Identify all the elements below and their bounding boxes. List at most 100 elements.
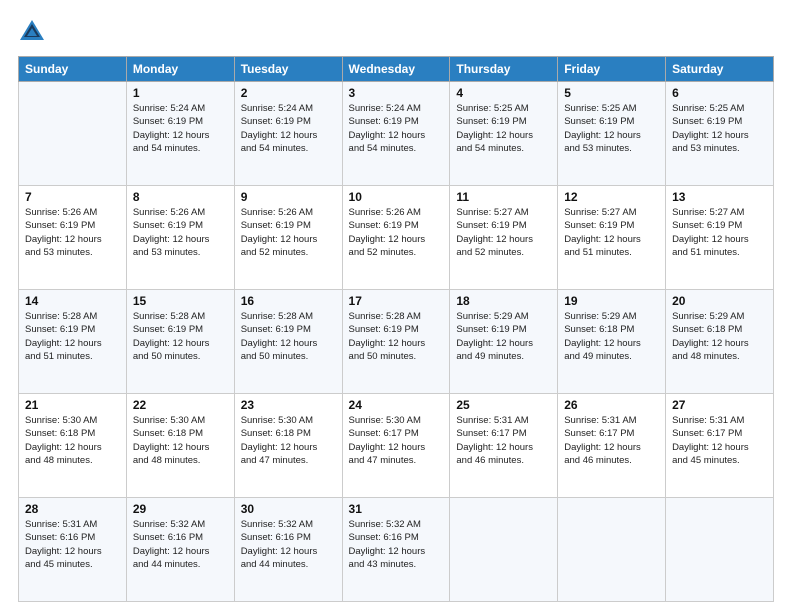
calendar-cell: 29Sunrise: 5:32 AM Sunset: 6:16 PM Dayli… <box>126 498 234 602</box>
calendar-cell: 25 Sunrise: 5:31 AM Sunset: 6:17 PM Dayli… <box>450 394 558 498</box>
cell-info: Sunrise: 5:30 AM Sunset: 6:18 PM Dayligh… <box>25 414 120 467</box>
calendar-cell <box>558 498 666 602</box>
col-header-sunday: Sunday <box>19 57 127 82</box>
day-number: 9 <box>241 190 336 204</box>
col-header-tuesday: Tuesday <box>234 57 342 82</box>
calendar-cell: 12 Sunrise: 5:27 AM Sunset: 6:19 PM Dayli… <box>558 186 666 290</box>
week-row-3: 14 Sunrise: 5:28 AM Sunset: 6:19 PM Dayli… <box>19 290 774 394</box>
cell-info: Sunrise: 5:31 AM Sunset: 6:16 PM Dayligh… <box>25 518 120 571</box>
calendar-cell <box>450 498 558 602</box>
day-number: 10 <box>349 190 444 204</box>
logo-icon <box>18 18 46 46</box>
day-number: 6 <box>672 86 767 100</box>
cell-info: Sunrise: 5:31 AM Sunset: 6:17 PM Dayligh… <box>456 414 551 467</box>
calendar-cell: 3Sunrise: 5:24 AM Sunset: 6:19 PM Daylig… <box>342 82 450 186</box>
cell-info: Sunrise: 5:29 AM Sunset: 6:18 PM Dayligh… <box>564 310 659 363</box>
day-number: 26 <box>564 398 659 412</box>
cell-info: Sunrise: 5:25 AM Sunset: 6:19 PM Dayligh… <box>564 102 659 155</box>
calendar-cell: 15 Sunrise: 5:28 AM Sunset: 6:19 PM Dayli… <box>126 290 234 394</box>
day-number: 13 <box>672 190 767 204</box>
cell-info: Sunrise: 5:26 AM Sunset: 6:19 PM Dayligh… <box>25 206 120 259</box>
day-number: 11 <box>456 190 551 204</box>
cell-info: Sunrise: 5:28 AM Sunset: 6:19 PM Dayligh… <box>241 310 336 363</box>
cell-info: Sunrise: 5:29 AM Sunset: 6:19 PM Dayligh… <box>456 310 551 363</box>
calendar-cell: 19 Sunrise: 5:29 AM Sunset: 6:18 PM Dayli… <box>558 290 666 394</box>
col-header-friday: Friday <box>558 57 666 82</box>
cell-info: Sunrise: 5:32 AM Sunset: 6:16 PM Dayligh… <box>349 518 444 571</box>
cell-info: Sunrise: 5:28 AM Sunset: 6:19 PM Dayligh… <box>25 310 120 363</box>
calendar-cell: 6Sunrise: 5:25 AM Sunset: 6:19 PM Daylig… <box>666 82 774 186</box>
cell-info: Sunrise: 5:30 AM Sunset: 6:17 PM Dayligh… <box>349 414 444 467</box>
day-number: 25 <box>456 398 551 412</box>
day-number: 5 <box>564 86 659 100</box>
calendar-cell: 10 Sunrise: 5:26 AM Sunset: 6:19 PM Dayli… <box>342 186 450 290</box>
day-number: 15 <box>133 294 228 308</box>
cell-info: Sunrise: 5:25 AM Sunset: 6:19 PM Dayligh… <box>456 102 551 155</box>
day-number: 12 <box>564 190 659 204</box>
calendar-table: SundayMondayTuesdayWednesdayThursdayFrid… <box>18 56 774 602</box>
cell-info: Sunrise: 5:30 AM Sunset: 6:18 PM Dayligh… <box>133 414 228 467</box>
cell-info: Sunrise: 5:27 AM Sunset: 6:19 PM Dayligh… <box>564 206 659 259</box>
calendar-cell: 21 Sunrise: 5:30 AM Sunset: 6:18 PM Dayli… <box>19 394 127 498</box>
calendar-cell: 30 Sunrise: 5:32 AM Sunset: 6:16 PM Dayli… <box>234 498 342 602</box>
day-number: 16 <box>241 294 336 308</box>
calendar-cell: 24 Sunrise: 5:30 AM Sunset: 6:17 PM Dayli… <box>342 394 450 498</box>
calendar-cell: 17 Sunrise: 5:28 AM Sunset: 6:19 PM Dayli… <box>342 290 450 394</box>
cell-info: Sunrise: 5:30 AM Sunset: 6:18 PM Dayligh… <box>241 414 336 467</box>
calendar-cell: 2 Sunrise: 5:24 AM Sunset: 6:19 PM Daylig… <box>234 82 342 186</box>
day-number: 29 <box>133 502 228 516</box>
day-number: 22 <box>133 398 228 412</box>
cell-info: Sunrise: 5:24 AM Sunset: 6:19 PM Dayligh… <box>241 102 336 155</box>
calendar-cell: 27Sunrise: 5:31 AM Sunset: 6:17 PM Dayli… <box>666 394 774 498</box>
cell-info: Sunrise: 5:26 AM Sunset: 6:19 PM Dayligh… <box>241 206 336 259</box>
header <box>18 18 774 46</box>
calendar-cell: 14 Sunrise: 5:28 AM Sunset: 6:19 PM Dayli… <box>19 290 127 394</box>
cell-info: Sunrise: 5:28 AM Sunset: 6:19 PM Dayligh… <box>133 310 228 363</box>
cell-info: Sunrise: 5:28 AM Sunset: 6:19 PM Dayligh… <box>349 310 444 363</box>
day-number: 27 <box>672 398 767 412</box>
calendar-cell: 28 Sunrise: 5:31 AM Sunset: 6:16 PM Dayli… <box>19 498 127 602</box>
day-number: 28 <box>25 502 120 516</box>
cell-info: Sunrise: 5:26 AM Sunset: 6:19 PM Dayligh… <box>133 206 228 259</box>
calendar-cell: 1Sunrise: 5:24 AM Sunset: 6:19 PM Daylig… <box>126 82 234 186</box>
week-row-1: 1Sunrise: 5:24 AM Sunset: 6:19 PM Daylig… <box>19 82 774 186</box>
day-number: 30 <box>241 502 336 516</box>
calendar-header-row: SundayMondayTuesdayWednesdayThursdayFrid… <box>19 57 774 82</box>
day-number: 21 <box>25 398 120 412</box>
week-row-4: 21 Sunrise: 5:30 AM Sunset: 6:18 PM Dayli… <box>19 394 774 498</box>
calendar-cell: 8 Sunrise: 5:26 AM Sunset: 6:19 PM Daylig… <box>126 186 234 290</box>
cell-info: Sunrise: 5:29 AM Sunset: 6:18 PM Dayligh… <box>672 310 767 363</box>
day-number: 31 <box>349 502 444 516</box>
page: SundayMondayTuesdayWednesdayThursdayFrid… <box>0 0 792 612</box>
calendar-cell <box>666 498 774 602</box>
logo <box>18 18 52 46</box>
day-number: 24 <box>349 398 444 412</box>
calendar-cell: 7 Sunrise: 5:26 AM Sunset: 6:19 PM Daylig… <box>19 186 127 290</box>
cell-info: Sunrise: 5:32 AM Sunset: 6:16 PM Dayligh… <box>241 518 336 571</box>
calendar-cell: 18 Sunrise: 5:29 AM Sunset: 6:19 PM Dayli… <box>450 290 558 394</box>
day-number: 18 <box>456 294 551 308</box>
day-number: 19 <box>564 294 659 308</box>
day-number: 14 <box>25 294 120 308</box>
col-header-saturday: Saturday <box>666 57 774 82</box>
day-number: 8 <box>133 190 228 204</box>
calendar-cell: 26 Sunrise: 5:31 AM Sunset: 6:17 PM Dayli… <box>558 394 666 498</box>
day-number: 17 <box>349 294 444 308</box>
calendar-cell: 23 Sunrise: 5:30 AM Sunset: 6:18 PM Dayli… <box>234 394 342 498</box>
week-row-2: 7 Sunrise: 5:26 AM Sunset: 6:19 PM Daylig… <box>19 186 774 290</box>
day-number: 20 <box>672 294 767 308</box>
calendar-cell: 22 Sunrise: 5:30 AM Sunset: 6:18 PM Dayli… <box>126 394 234 498</box>
day-number: 7 <box>25 190 120 204</box>
day-number: 3 <box>349 86 444 100</box>
cell-info: Sunrise: 5:31 AM Sunset: 6:17 PM Dayligh… <box>564 414 659 467</box>
day-number: 23 <box>241 398 336 412</box>
calendar-cell: 20 Sunrise: 5:29 AM Sunset: 6:18 PM Dayli… <box>666 290 774 394</box>
calendar-cell: 16 Sunrise: 5:28 AM Sunset: 6:19 PM Dayli… <box>234 290 342 394</box>
calendar-cell: 13Sunrise: 5:27 AM Sunset: 6:19 PM Dayli… <box>666 186 774 290</box>
calendar-cell <box>19 82 127 186</box>
day-number: 2 <box>241 86 336 100</box>
calendar-cell: 31 Sunrise: 5:32 AM Sunset: 6:16 PM Dayli… <box>342 498 450 602</box>
week-row-5: 28 Sunrise: 5:31 AM Sunset: 6:16 PM Dayli… <box>19 498 774 602</box>
cell-info: Sunrise: 5:24 AM Sunset: 6:19 PM Dayligh… <box>133 102 228 155</box>
cell-info: Sunrise: 5:26 AM Sunset: 6:19 PM Dayligh… <box>349 206 444 259</box>
